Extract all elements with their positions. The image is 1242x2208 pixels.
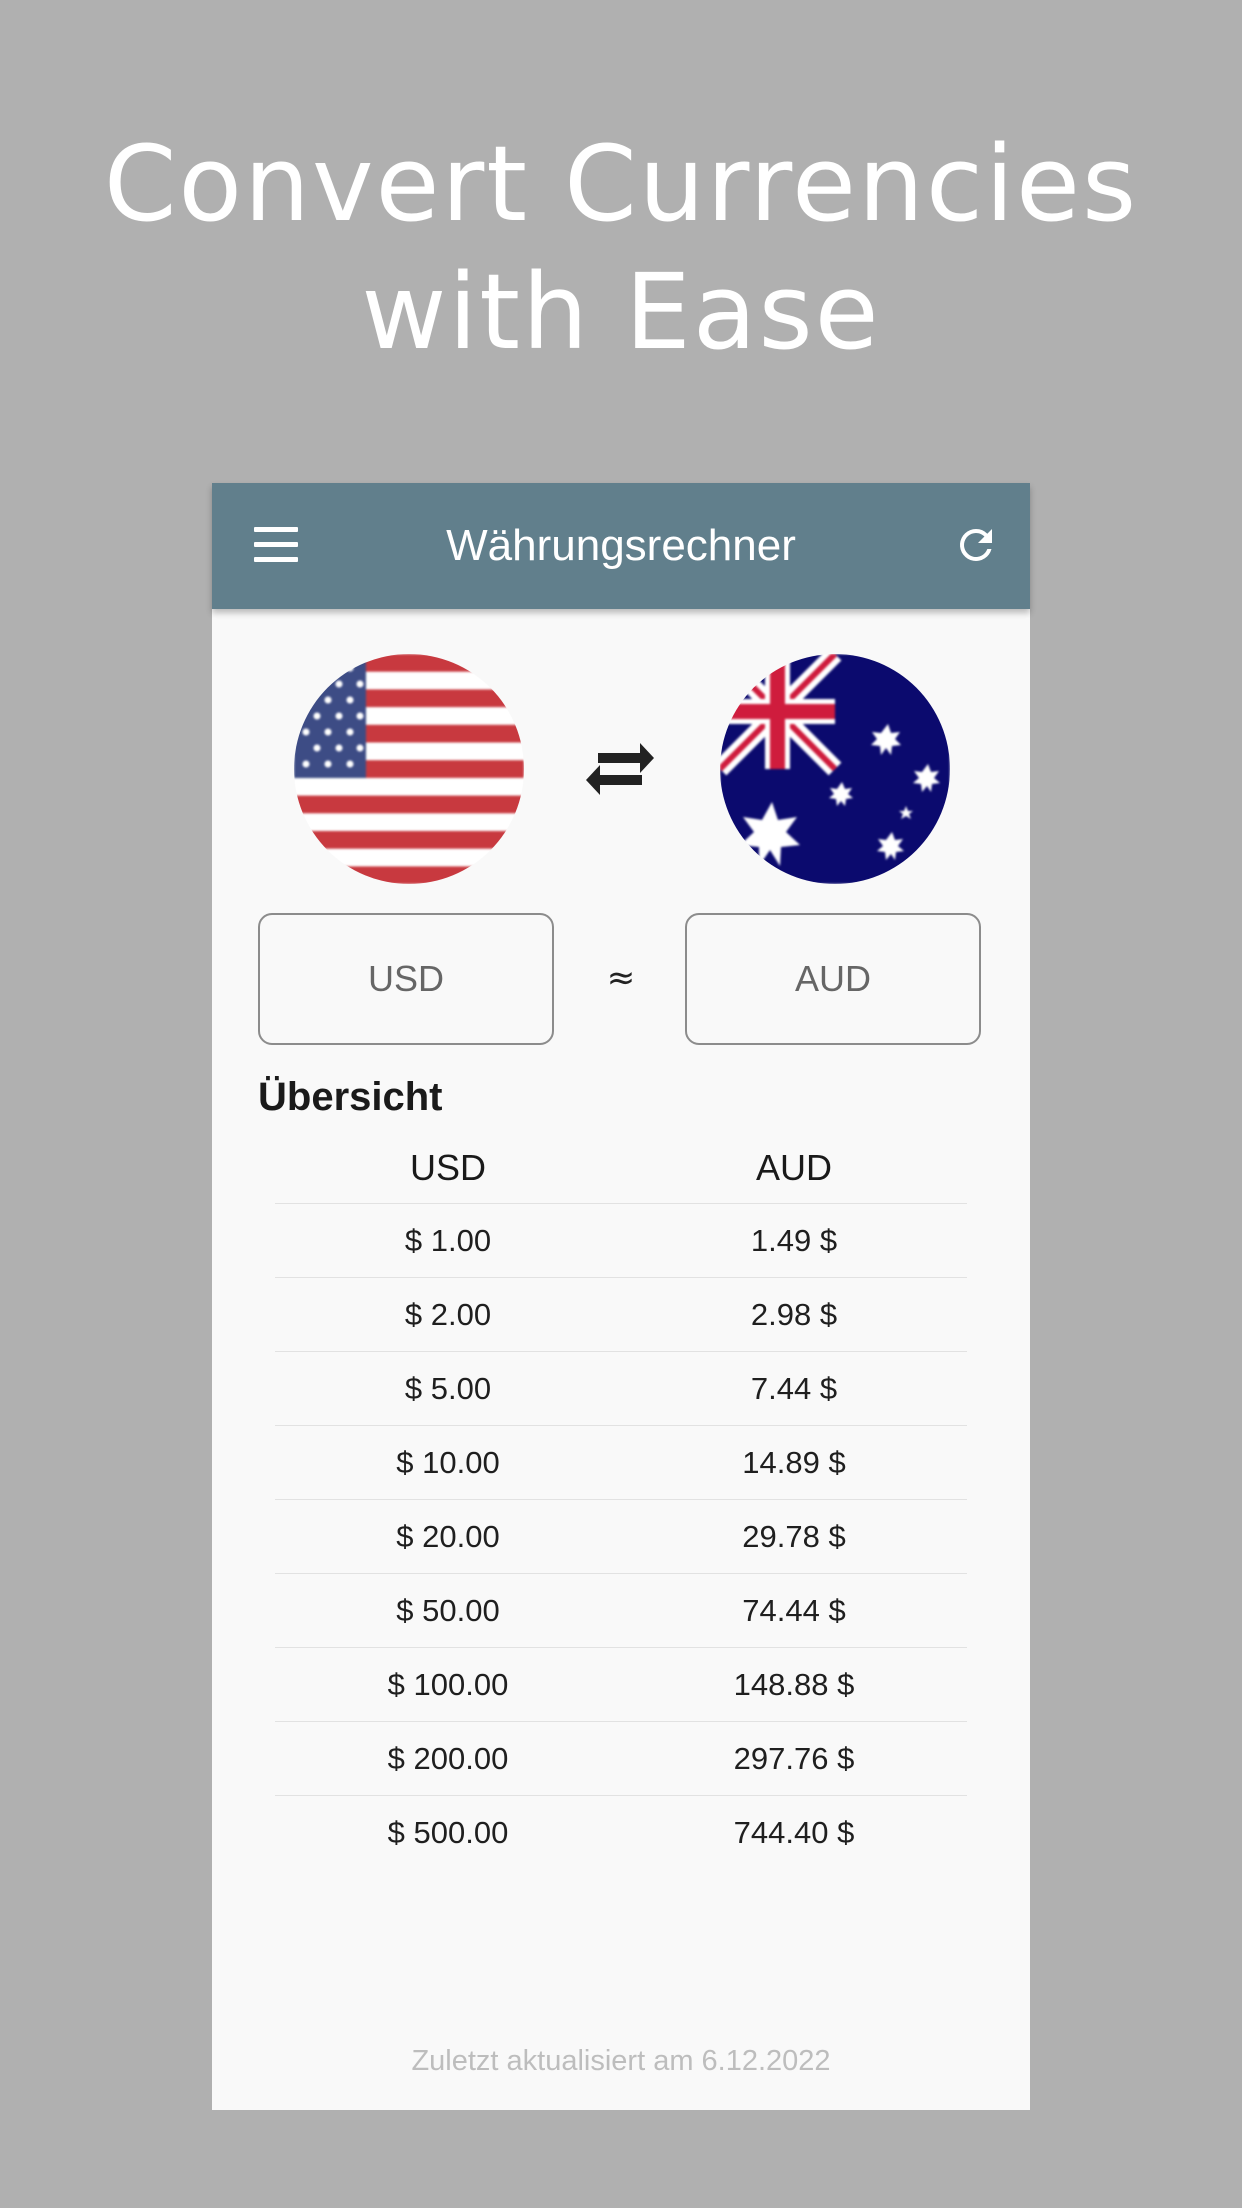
table-row: $ 5.00 7.44 $ <box>275 1351 967 1425</box>
promo-headline-line2: with Ease <box>361 251 881 373</box>
to-amount: 2.98 $ <box>750 1297 838 1332</box>
table-row: $ 2.00 2.98 $ <box>275 1277 967 1351</box>
from-amount: $ 1.00 <box>404 1223 492 1258</box>
us-flag-icon[interactable] <box>294 654 524 884</box>
app-screen: Währungsrechner USD ≈ AUD Übersicht USD … <box>212 483 1030 2110</box>
from-amount: $ 500.00 <box>387 1815 509 1850</box>
swap-arrows-icon[interactable] <box>584 739 656 799</box>
promo-headline: Convert Currencies with Ease <box>0 120 1242 376</box>
from-amount: $ 5.00 <box>404 1371 492 1406</box>
table-row: $ 20.00 29.78 $ <box>275 1499 967 1573</box>
from-amount: $ 200.00 <box>387 1741 509 1776</box>
to-amount: 14.89 $ <box>742 1445 846 1480</box>
australia-flag-icon[interactable] <box>720 654 950 884</box>
from-amount: $ 20.00 <box>396 1519 500 1554</box>
to-amount: 297.76 $ <box>733 1741 855 1776</box>
to-amount: 1.49 $ <box>750 1223 838 1258</box>
last-updated-note: Zuletzt aktualisiert am 6.12.2022 <box>411 2045 831 2077</box>
approx-symbol: ≈ <box>606 958 636 998</box>
promo-headline-line1: Convert Currencies <box>103 123 1139 245</box>
overview-title: Übersicht <box>258 1075 443 1119</box>
table-row: $ 500.00 744.40 $ <box>275 1795 967 1869</box>
to-amount: 148.88 $ <box>733 1667 855 1702</box>
to-amount: 74.44 $ <box>742 1593 846 1628</box>
to-currency-field[interactable]: AUD <box>685 913 981 1045</box>
to-amount: 29.78 $ <box>742 1519 846 1554</box>
from-amount: $ 10.00 <box>396 1445 500 1480</box>
app-bar: Währungsrechner <box>212 483 1030 609</box>
from-amount: $ 2.00 <box>404 1297 492 1332</box>
from-amount: $ 100.00 <box>387 1667 509 1702</box>
column-header-from: USD <box>409 1147 486 1188</box>
conversion-table: USD AUD $ 1.00 1.49 $ $ 2.00 2.98 $ $ 5.… <box>275 1133 967 1869</box>
table-header: USD AUD <box>275 1133 967 1203</box>
from-currency-field[interactable]: USD <box>258 913 554 1045</box>
column-header-to: AUD <box>755 1147 832 1188</box>
table-row: $ 10.00 14.89 $ <box>275 1425 967 1499</box>
table-row: $ 50.00 74.44 $ <box>275 1573 967 1647</box>
from-amount: $ 50.00 <box>396 1593 500 1628</box>
to-amount: 744.40 $ <box>733 1815 855 1850</box>
table-row: $ 1.00 1.49 $ <box>275 1203 967 1277</box>
table-row: $ 200.00 297.76 $ <box>275 1721 967 1795</box>
app-title: Währungsrechner <box>446 521 796 570</box>
to-amount: 7.44 $ <box>750 1371 838 1406</box>
refresh-icon[interactable] <box>952 521 1000 569</box>
menu-icon[interactable] <box>254 527 298 563</box>
table-row: $ 100.00 148.88 $ <box>275 1647 967 1721</box>
